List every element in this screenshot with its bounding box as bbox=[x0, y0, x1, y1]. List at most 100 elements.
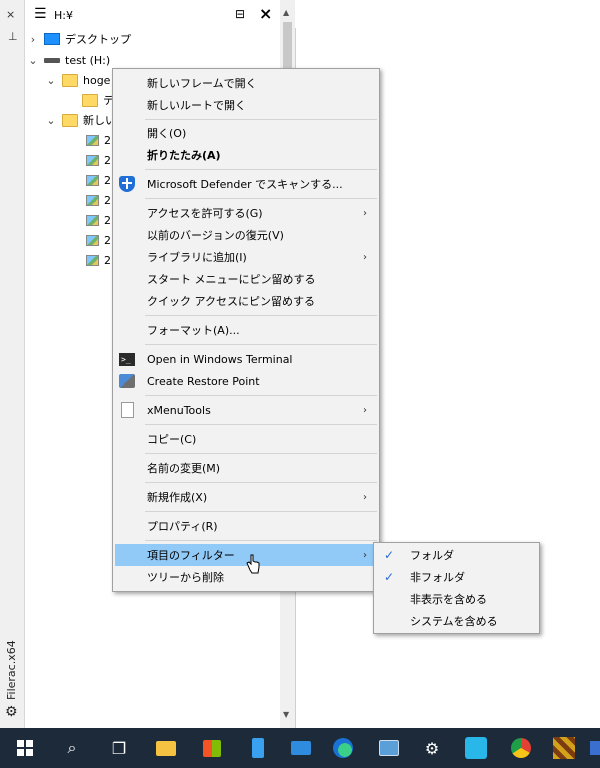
chevron-down-icon[interactable]: ⌄ bbox=[44, 74, 58, 87]
tree-item-label: hoge bbox=[83, 73, 111, 87]
image-icon bbox=[86, 234, 99, 246]
menu-separator bbox=[145, 453, 377, 454]
menu-item-label: フォーマット(A)... bbox=[147, 324, 240, 337]
tree-item-label: test (H:) bbox=[65, 53, 111, 67]
context-menu: 新しいフレームで開く 新しいルートで開く 開く(O) 折りたたみ(A) Micr… bbox=[112, 68, 380, 592]
close-icon[interactable]: ⨯ bbox=[6, 8, 15, 21]
menu-item-label: クイック アクセスにピン留めする bbox=[147, 295, 315, 308]
image-icon bbox=[86, 154, 99, 166]
phone-icon[interactable] bbox=[245, 735, 271, 761]
filter-item-non-folders[interactable]: ✓ 非フォルダ bbox=[376, 566, 537, 588]
filter-item-label: 非フォルダ bbox=[410, 571, 465, 584]
menu-item-label: 折りたたみ(A) bbox=[147, 149, 221, 162]
menu-item-label: プロパティ(R) bbox=[147, 520, 218, 533]
menu-item-restore-versions[interactable]: 以前のバージョンの復元(V) bbox=[115, 224, 377, 246]
check-icon: ✓ bbox=[384, 570, 395, 584]
menu-separator bbox=[145, 315, 377, 316]
menu-separator bbox=[145, 482, 377, 483]
tree-item-label: 2 bbox=[104, 173, 111, 187]
file-explorer-icon[interactable] bbox=[153, 735, 179, 761]
menu-item-xmenutools[interactable]: xMenuTools › bbox=[115, 399, 377, 421]
menu-separator bbox=[145, 169, 377, 170]
app-icon[interactable] bbox=[590, 735, 600, 761]
menu-item-defender-scan[interactable]: Microsoft Defender でスキャンする... bbox=[115, 173, 377, 195]
maximize-icon[interactable]: ⊟ bbox=[235, 7, 245, 21]
tree-item-desktop[interactable]: › デスクトップ bbox=[26, 29, 280, 49]
tree-item-file[interactable]: 2 bbox=[82, 250, 111, 270]
chrome-icon[interactable] bbox=[508, 735, 534, 761]
menu-separator bbox=[145, 540, 377, 541]
check-icon: ✓ bbox=[384, 548, 395, 562]
restore-point-icon bbox=[119, 374, 135, 388]
tree-item-file[interactable]: 2 bbox=[82, 210, 111, 230]
tree-item-file[interactable]: 2 bbox=[82, 150, 111, 170]
menu-item-add-to-library[interactable]: ライブラリに追加(I) › bbox=[115, 246, 377, 268]
menu-item-windows-terminal[interactable]: >_ Open in Windows Terminal bbox=[115, 348, 377, 370]
menu-item-open[interactable]: 開く(O) bbox=[115, 122, 377, 144]
filter-item-include-hidden[interactable]: 非表示を含める bbox=[376, 588, 537, 610]
tree-item-label: 2 bbox=[104, 233, 111, 247]
menu-item-pin-quick-access[interactable]: クイック アクセスにピン留めする bbox=[115, 290, 377, 312]
pin-icon[interactable]: ⊥ bbox=[8, 30, 18, 43]
menu-icon[interactable]: ☰ bbox=[34, 6, 47, 22]
tree-item-file[interactable]: 2 bbox=[82, 230, 111, 250]
chevron-right-icon: › bbox=[363, 404, 367, 416]
chevron-down-icon[interactable]: ⌄ bbox=[44, 114, 58, 127]
menu-item-pin-start[interactable]: スタート メニューにピン留めする bbox=[115, 268, 377, 290]
filter-item-include-system[interactable]: システムを含める bbox=[376, 610, 537, 632]
drive-icon bbox=[44, 57, 60, 63]
side-strip: ⨯ ⊥ Filerac.x64 ⚙ bbox=[0, 0, 25, 728]
menu-item-open-new-frame[interactable]: 新しいフレームで開く bbox=[115, 72, 377, 94]
app-icon[interactable] bbox=[551, 735, 577, 761]
menu-item-new[interactable]: 新規作成(X) › bbox=[115, 486, 377, 508]
store-icon[interactable] bbox=[199, 735, 225, 761]
gear-icon[interactable]: ⚙ bbox=[5, 704, 18, 720]
menu-item-properties[interactable]: プロパティ(R) bbox=[115, 515, 377, 537]
filter-submenu: ✓ フォルダ ✓ 非フォルダ 非表示を含める システムを含める bbox=[373, 542, 540, 634]
settings-icon[interactable]: ⚙ bbox=[419, 735, 445, 761]
document-icon bbox=[121, 402, 134, 418]
menu-separator bbox=[145, 344, 377, 345]
tree-item-label: 2 bbox=[104, 213, 111, 227]
taskbar: ⌕ ❐ ⚙ bbox=[0, 728, 600, 768]
hand-cursor-icon bbox=[246, 554, 260, 574]
chevron-right-icon: › bbox=[363, 251, 367, 263]
menu-item-open-new-root[interactable]: 新しいルートで開く bbox=[115, 94, 377, 116]
menu-item-label: アクセスを許可する(G) bbox=[147, 207, 263, 220]
start-icon[interactable] bbox=[12, 735, 38, 761]
menu-item-label: ライブラリに追加(I) bbox=[147, 251, 247, 264]
tree-item-label: 2 bbox=[104, 193, 111, 207]
menu-item-rename[interactable]: 名前の変更(M) bbox=[115, 457, 377, 479]
close-pane-icon[interactable]: × bbox=[259, 4, 272, 23]
scroll-up-icon[interactable]: ▲ bbox=[283, 8, 289, 17]
pane-header: ☰ H:¥ ⊟ × bbox=[26, 0, 296, 28]
edge-icon[interactable] bbox=[330, 735, 356, 761]
image-icon bbox=[86, 214, 99, 226]
menu-item-copy[interactable]: コピー(C) bbox=[115, 428, 377, 450]
tree-item-file[interactable]: 2 bbox=[82, 170, 111, 190]
app-icon[interactable] bbox=[463, 735, 489, 761]
filter-item-label: フォルダ bbox=[410, 549, 454, 562]
task-view-icon[interactable]: ❐ bbox=[106, 735, 132, 761]
filter-item-label: 非表示を含める bbox=[410, 593, 487, 606]
news-icon[interactable] bbox=[376, 735, 402, 761]
menu-item-label: 新規作成(X) bbox=[147, 491, 208, 504]
menu-item-label: xMenuTools bbox=[147, 403, 211, 417]
scroll-down-icon[interactable]: ▼ bbox=[283, 710, 289, 719]
tree-item-file[interactable]: 2 bbox=[82, 190, 111, 210]
chevron-down-icon[interactable]: ⌄ bbox=[26, 54, 40, 67]
tree-item-file[interactable]: 2 bbox=[82, 130, 111, 150]
menu-item-label: Microsoft Defender でスキャンする... bbox=[147, 178, 343, 191]
menu-separator bbox=[145, 198, 377, 199]
menu-item-collapse[interactable]: 折りたたみ(A) bbox=[115, 144, 377, 166]
filter-item-folders[interactable]: ✓ フォルダ bbox=[376, 544, 537, 566]
search-icon[interactable]: ⌕ bbox=[59, 735, 85, 761]
menu-item-restore-point[interactable]: Create Restore Point bbox=[115, 370, 377, 392]
menu-item-format[interactable]: フォーマット(A)... bbox=[115, 319, 377, 341]
tree-item-label: 2 bbox=[104, 153, 111, 167]
menu-item-give-access[interactable]: アクセスを許可する(G) › bbox=[115, 202, 377, 224]
chevron-right-icon[interactable]: › bbox=[26, 33, 40, 46]
image-icon bbox=[86, 194, 99, 206]
mail-icon[interactable] bbox=[288, 735, 314, 761]
tree-item-drive[interactable]: ⌄ test (H:) bbox=[26, 50, 114, 70]
